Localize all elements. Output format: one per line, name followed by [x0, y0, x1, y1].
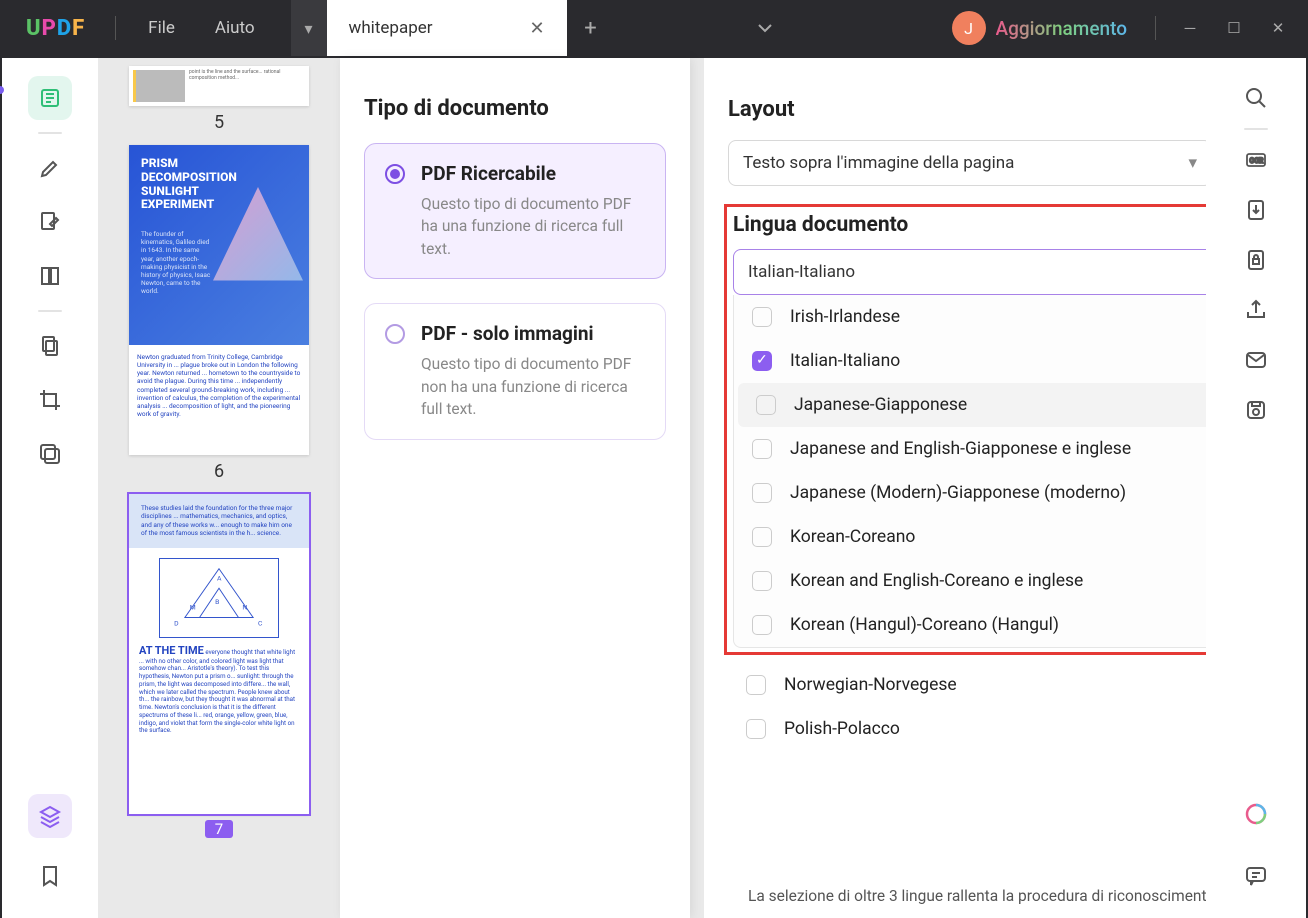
separator: [38, 310, 62, 312]
ai-button[interactable]: [1234, 792, 1278, 836]
app-logo: UPDF: [26, 16, 85, 41]
edit-tool[interactable]: [28, 200, 72, 244]
option-desc: Questo tipo di documento PDF non ha una …: [421, 353, 645, 420]
crop-tool[interactable]: [28, 378, 72, 422]
convert-button[interactable]: [1234, 188, 1278, 232]
checkbox-icon: [752, 571, 772, 591]
language-option-italian[interactable]: Italian-Italiano: [734, 339, 1262, 383]
language-option-korean-hangul[interactable]: Korean (Hangul)-Coreano (Hangul): [734, 603, 1262, 647]
language-dropdown-list: Irish-Irlandese Italian-Italiano Japanes…: [733, 295, 1263, 648]
thumbnail-number: 5: [214, 112, 224, 133]
workspace: point is the line and the surface... rat…: [2, 58, 1306, 918]
tab-title: whitepaper: [349, 18, 433, 38]
left-toolbar: [2, 58, 98, 918]
page-thumbnail-6[interactable]: PRISM DECOMPOSITION SUNLIGHT EXPERIMENT …: [129, 145, 309, 455]
option-desc: Questo tipo di documento PDF ha una funz…: [421, 193, 645, 260]
checkbox-icon: [752, 527, 772, 547]
thumbnail-number-active: 7: [205, 820, 233, 838]
layout-language-panel: Layout ? Testo sopra l'immagine della pa…: [704, 58, 1292, 918]
doc-type-image-only[interactable]: PDF - solo immagini Questo tipo di docum…: [364, 303, 666, 439]
layers-button[interactable]: [28, 794, 72, 838]
language-option-korean-english[interactable]: Korean and English-Coreano e inglese: [734, 559, 1262, 603]
svg-text:B: B: [215, 598, 219, 606]
svg-text:M: M: [190, 603, 196, 611]
language-option-japanese-english[interactable]: Japanese and English-Giapponese e ingles…: [734, 427, 1262, 471]
checkbox-icon: [752, 483, 772, 503]
new-tab-button[interactable]: +: [567, 0, 615, 56]
doc-type-searchable[interactable]: PDF Ricercabile Questo tipo di documento…: [364, 143, 666, 279]
radio-icon: [385, 324, 405, 344]
option-title: PDF - solo immagini: [421, 322, 645, 345]
bookmark-button[interactable]: [28, 854, 72, 898]
option-title: PDF Ricercabile: [421, 162, 645, 185]
language-select-value: Italian-Italiano: [748, 262, 855, 282]
page-thumbnail-7[interactable]: These studies laid the foundation for th…: [129, 494, 309, 814]
language-option-irish[interactable]: Irish-Irlandese: [734, 295, 1262, 339]
save-button[interactable]: [1234, 388, 1278, 432]
reader-tool[interactable]: [28, 76, 72, 120]
tab-options-icon[interactable]: ▾: [291, 0, 327, 56]
language-option-polish[interactable]: Polish-Polacco: [728, 707, 1268, 751]
checkbox-icon: [752, 351, 772, 371]
copy-tool[interactable]: [28, 324, 72, 368]
tab-close-icon[interactable]: ✕: [529, 18, 544, 39]
right-toolbar: OCR: [1206, 58, 1306, 918]
search-button[interactable]: [1234, 76, 1278, 120]
svg-text:N: N: [242, 603, 247, 611]
chevron-down-icon: ▾: [1188, 153, 1197, 173]
separator: [38, 132, 62, 134]
panel-title: Tipo di documento: [364, 96, 666, 121]
email-button[interactable]: [1234, 338, 1278, 382]
comment-button[interactable]: [1234, 854, 1278, 898]
thumbnail-panel: point is the line and the surface... rat…: [98, 58, 340, 918]
minimize-button[interactable]: ─: [1168, 19, 1212, 37]
upgrade-label[interactable]: Aggiornamento: [996, 17, 1128, 40]
checkbox-icon: [752, 615, 772, 635]
divider: [1155, 16, 1156, 40]
avatar[interactable]: J: [952, 11, 986, 45]
language-select[interactable]: Italian-Italiano ▼: [733, 249, 1263, 295]
language-option-korean[interactable]: Korean-Coreano: [734, 515, 1262, 559]
svg-text:D: D: [174, 619, 179, 627]
share-button[interactable]: [1234, 288, 1278, 332]
center-area: Tipo di documento PDF Ricercabile Questo…: [340, 58, 1306, 918]
help-menu[interactable]: Aiuto: [195, 18, 275, 38]
document-tab[interactable]: whitepaper ✕: [327, 0, 567, 56]
svg-text:C: C: [258, 619, 263, 627]
layout-select[interactable]: Testo sopra l'immagine della pagina ▾: [728, 140, 1212, 186]
checkbox-icon: [756, 395, 776, 415]
radio-icon: [385, 164, 405, 184]
tabs-dropdown-icon[interactable]: [745, 16, 785, 40]
checkbox-icon: [746, 675, 766, 695]
title-bar: UPDF File Aiuto ▾ whitepaper ✕ + J Aggio…: [0, 0, 1308, 56]
language-option-japanese[interactable]: Japanese-Giapponese: [738, 383, 1258, 427]
checkbox-icon: [746, 719, 766, 739]
batch-tool[interactable]: [28, 432, 72, 476]
layout-select-value: Testo sopra l'immagine della pagina: [743, 153, 1014, 173]
separator: [1244, 128, 1268, 130]
maximize-button[interactable]: ☐: [1212, 19, 1256, 37]
file-menu[interactable]: File: [128, 18, 195, 38]
svg-text:A: A: [217, 574, 222, 582]
ocr-button[interactable]: OCR: [1234, 138, 1278, 182]
layout-title: Layout: [728, 97, 795, 122]
language-option-japanese-modern[interactable]: Japanese (Modern)-Giapponese (moderno): [734, 471, 1262, 515]
language-title: Lingua documento: [733, 213, 1263, 237]
protect-button[interactable]: [1234, 238, 1278, 282]
checkbox-icon: [752, 439, 772, 459]
language-option-norwegian[interactable]: Norwegian-Norvegese: [728, 663, 1268, 707]
warning-message: La selezione di oltre 3 lingue rallenta …: [720, 876, 1284, 918]
close-button[interactable]: ✕: [1256, 19, 1300, 37]
document-type-panel: Tipo di documento PDF Ricercabile Questo…: [340, 58, 690, 918]
thumbnail-number: 6: [214, 461, 224, 482]
page-thumbnail-5[interactable]: point is the line and the surface... rat…: [129, 66, 309, 106]
svg-text:OCR: OCR: [1250, 157, 1264, 165]
page-tool[interactable]: [28, 254, 72, 298]
highlighter-tool[interactable]: [28, 146, 72, 190]
checkbox-icon: [752, 307, 772, 327]
language-section-highlighted: Lingua documento Italian-Italiano ▼ Iris…: [724, 204, 1272, 655]
divider: [115, 16, 116, 40]
